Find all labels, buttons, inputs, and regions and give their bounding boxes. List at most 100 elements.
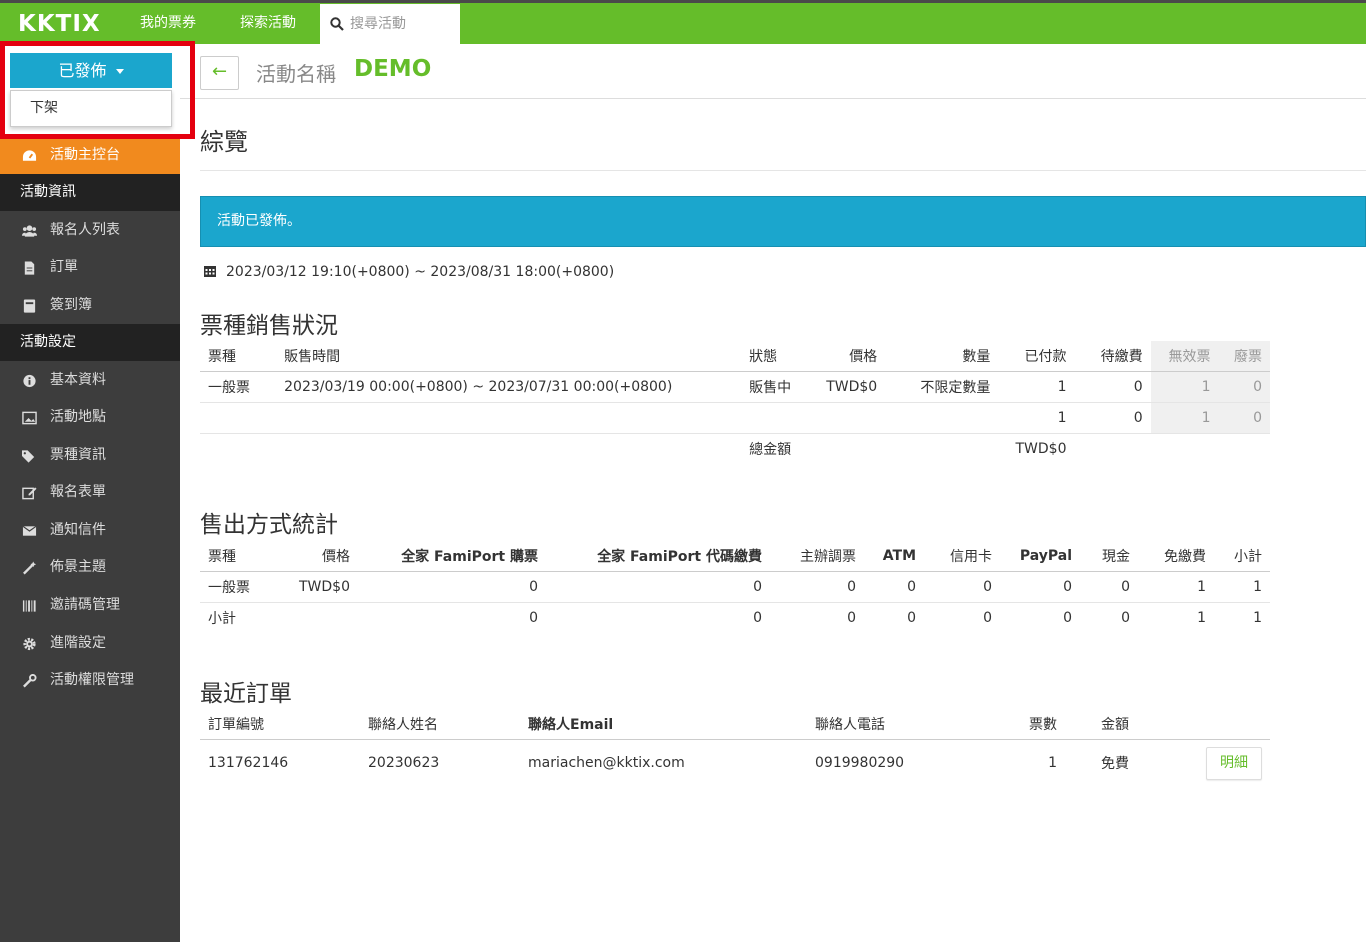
kktix-logo[interactable]: KKTIX: [18, 11, 101, 37]
info-circle-icon: [23, 374, 36, 388]
recent-orders-table: 訂單編號 聯絡人姓名 聯絡人Email 聯絡人電話 票數 金額 13176214…: [200, 709, 1270, 787]
sidebar-item-label: 報名表單: [50, 484, 106, 500]
table-cell: 0: [1080, 571, 1138, 603]
column-header: 聯絡人姓名: [360, 709, 520, 740]
users-icon: [22, 225, 37, 237]
edit-icon: [22, 487, 37, 500]
sidebar-item-tickets[interactable]: 票種資訊: [0, 437, 180, 474]
sidebar-item-label: 邀請碼管理: [50, 597, 120, 613]
dropdown-item-unpublish[interactable]: 下架: [10, 90, 172, 127]
calendar-icon: [204, 266, 216, 277]
ticket-sales-title: 票種銷售狀況: [200, 313, 338, 339]
table-cell: [280, 602, 358, 633]
table-cell: 0: [1063, 609, 1072, 626]
table-cell: 0: [907, 609, 916, 626]
gear-icon: [23, 637, 36, 651]
publish-status-button[interactable]: 已發佈: [10, 53, 172, 88]
table-cell: 一般票: [200, 571, 280, 603]
book-icon: [23, 299, 36, 313]
table-cell: TWD$0: [280, 571, 358, 603]
file-icon: [24, 261, 35, 275]
recent-orders-title: 最近訂單: [200, 681, 292, 707]
table-cell: 1: [1138, 571, 1214, 603]
sidebar-item-dashboard[interactable]: 活動主控台: [0, 137, 180, 174]
sidebar-item-label: 訂單: [50, 259, 78, 275]
table-cell: 0: [1218, 402, 1270, 434]
table-cell: 1: [1214, 571, 1270, 603]
ticket-sales-table: 票種 販售時間 狀態 價格 數量 已付款 待繳費 無效票 廢票 一般票 2023…: [200, 341, 1270, 464]
table-cell: 0: [753, 609, 762, 626]
table-cell: 0: [529, 609, 538, 626]
sidebar-item-basic-info[interactable]: 基本資料: [0, 362, 180, 399]
column-header: 票種: [200, 341, 277, 372]
sidebar-item-label: 通知信件: [50, 522, 106, 538]
sidebar-item-label: 活動權限管理: [50, 672, 134, 688]
table-header-row: 票種 價格 全家 FamiPort 購票 全家 FamiPort 代碼繳費 主辦…: [200, 541, 1270, 572]
tags-icon: [22, 450, 35, 463]
back-button[interactable]: ←: [200, 56, 239, 90]
sidebar-item-label: 活動地點: [50, 409, 106, 425]
caret-down-icon: [115, 69, 124, 74]
table-cell: 一般票: [200, 371, 277, 403]
column-header: 廢票: [1218, 341, 1270, 372]
column-header: 狀態: [741, 341, 814, 372]
sidebar-item-label: 佈景主題: [50, 559, 106, 575]
event-name-label: 活動名稱: [256, 62, 336, 86]
search-input[interactable]: [350, 16, 450, 32]
sales-method-title: 售出方式統計: [200, 512, 338, 538]
top-navbar: KKTIX 我的票券 探索活動: [0, 0, 1366, 44]
total-amount-value: TWD$0: [1015, 440, 1067, 457]
total-amount-label: 總金額: [749, 441, 792, 458]
sidebar-item-advanced[interactable]: 進階設定: [0, 625, 180, 662]
column-header: 待繳費: [1074, 341, 1151, 372]
sidebar-item-invite-codes[interactable]: 邀請碼管理: [0, 587, 180, 624]
column-header: 價格: [280, 541, 358, 572]
sidebar-item-form[interactable]: 報名表單: [0, 474, 180, 511]
column-header: 販售時間: [276, 341, 742, 372]
nav-my-tickets[interactable]: 我的票券: [140, 3, 196, 44]
column-header: 已付款: [998, 341, 1075, 372]
table-cell: 0: [1074, 402, 1151, 434]
table-cell: 不限定數量: [885, 371, 999, 403]
search-box[interactable]: [320, 4, 460, 44]
image-icon: [22, 411, 37, 425]
magic-wand-icon: [23, 561, 37, 575]
table-row: 一般票 2023/03/19 00:00(+0800) ~ 2023/07/31…: [200, 371, 1270, 403]
table-cell: 0: [770, 571, 864, 603]
sidebar-item-theme[interactable]: 佈景主題: [0, 549, 180, 586]
table-cell: 1: [1150, 402, 1219, 434]
sidebar-item-attendees[interactable]: 報名人列表: [0, 212, 180, 249]
column-header: 信用卡: [924, 541, 1000, 572]
column-header: 免繳費: [1138, 541, 1214, 572]
table-cell: 1: [998, 371, 1075, 403]
page-title: 綜覽: [200, 128, 248, 156]
nav-explore-events[interactable]: 探索活動: [240, 3, 296, 44]
column-header: ATM: [864, 541, 924, 572]
sidebar-item-orders[interactable]: 訂單: [0, 249, 180, 286]
table-row: 小計 0 0 0 0 0 0 0 1 1: [200, 602, 1270, 633]
table-cell: 0: [864, 571, 924, 603]
table-cell: 0: [1000, 571, 1080, 603]
sidebar-item-permissions[interactable]: 活動權限管理: [0, 662, 180, 699]
order-detail-button[interactable]: 明細: [1206, 746, 1262, 780]
column-header: 價格: [813, 341, 886, 372]
table-cell: 131762146: [208, 755, 289, 772]
column-header: 聯絡人電話: [807, 709, 987, 740]
column-header: PayPal: [1000, 541, 1080, 572]
table-total-amount-row: 總金額 TWD$0: [200, 433, 1270, 464]
envelope-icon: [22, 525, 37, 536]
table-totals-row: 1 0 1 0: [200, 402, 1270, 434]
sidebar-section-info: 活動資訊: [0, 174, 180, 211]
column-header: 票種: [200, 541, 280, 572]
table-cell: 2023/03/19 00:00(+0800) ~ 2023/07/31 00:…: [276, 371, 742, 403]
column-header: 金額: [1065, 709, 1145, 740]
sidebar-item-notifications[interactable]: 通知信件: [0, 512, 180, 549]
event-name: DEMO: [354, 56, 432, 82]
sales-method-table: 票種 價格 全家 FamiPort 購票 全家 FamiPort 代碼繳費 主辦…: [200, 541, 1270, 633]
sidebar-item-checkin[interactable]: 簽到簿: [0, 287, 180, 324]
sidebar-item-label: 活動主控台: [50, 147, 120, 163]
dashboard-icon: [22, 150, 37, 161]
sidebar-item-location[interactable]: 活動地點: [0, 399, 180, 436]
table-header-row: 訂單編號 聯絡人姓名 聯絡人Email 聯絡人電話 票數 金額: [200, 709, 1270, 740]
table-cell: 0919980290: [815, 755, 905, 772]
